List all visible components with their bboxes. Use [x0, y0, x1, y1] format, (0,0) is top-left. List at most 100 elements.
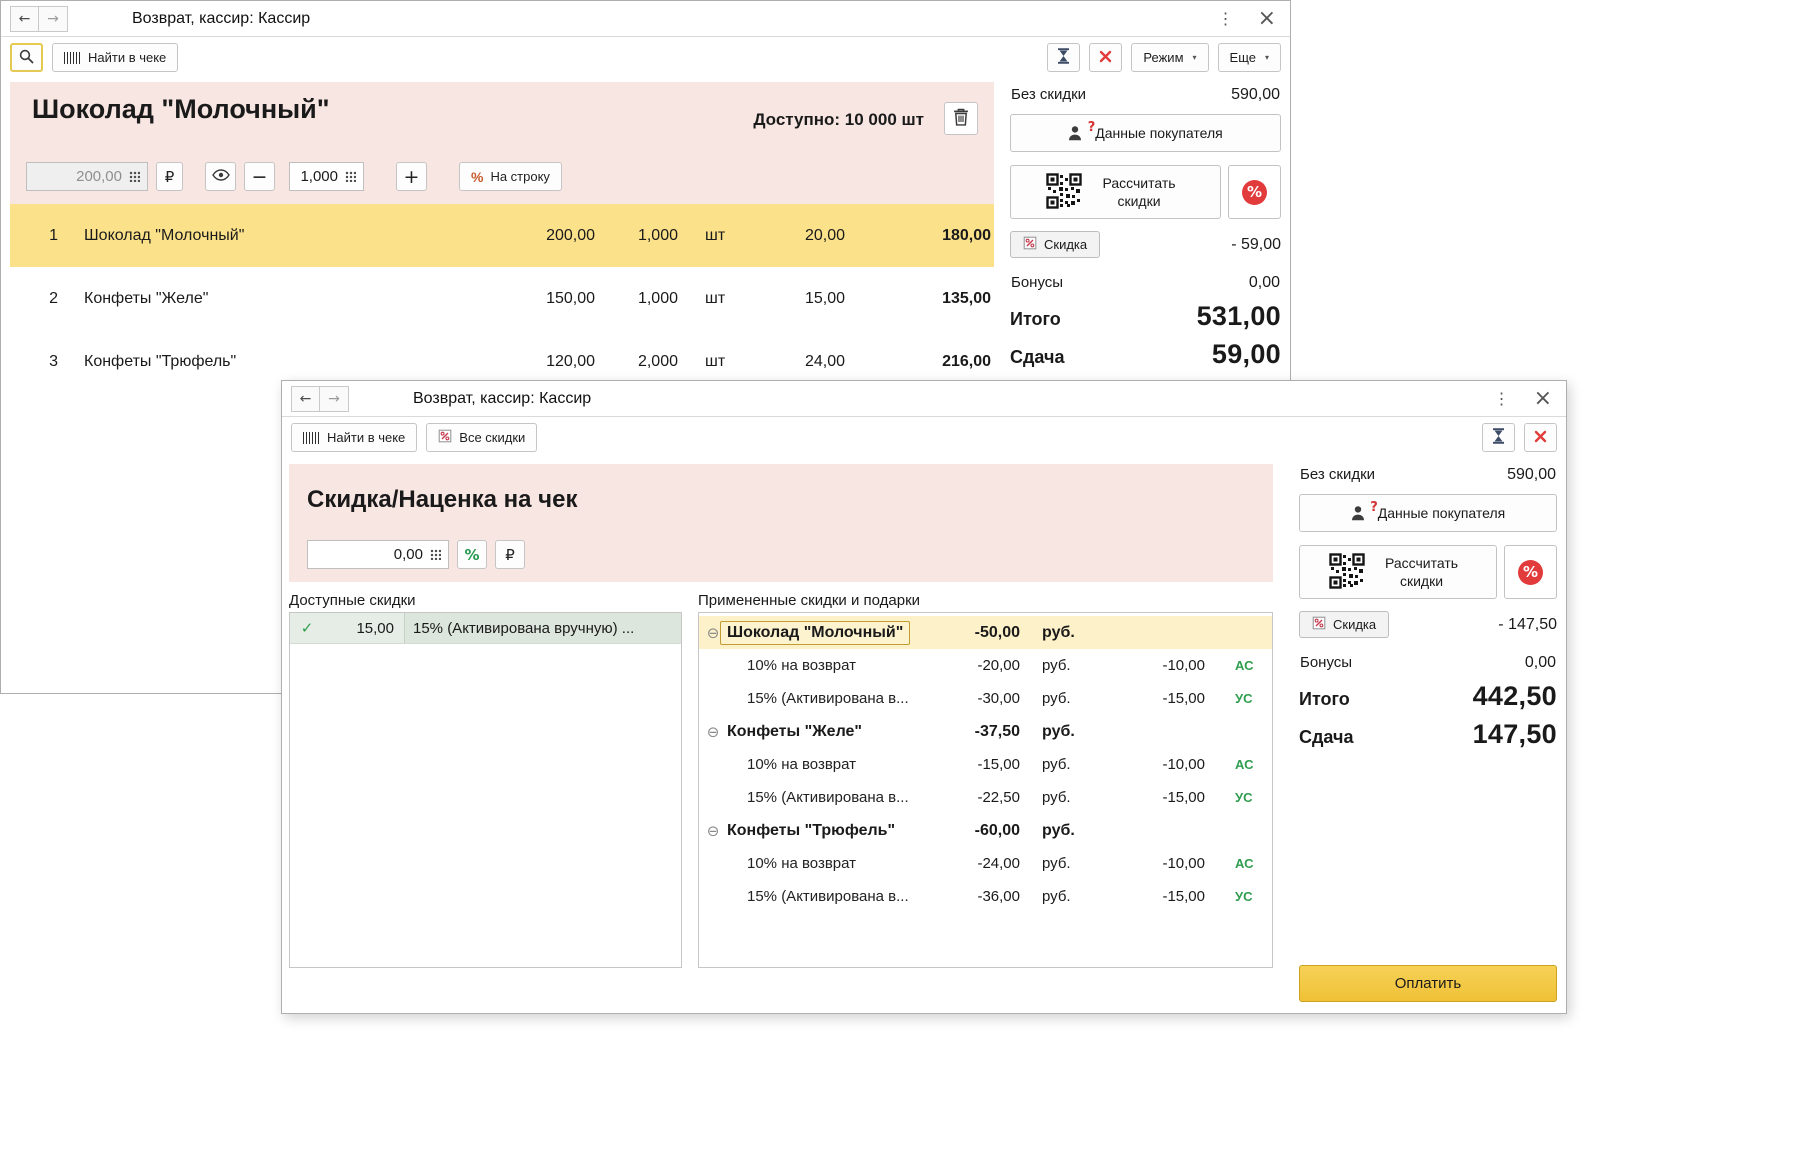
- row-discount: 20,00: [804, 226, 845, 244]
- item-percent: -15,00: [1162, 690, 1205, 707]
- applied-item-row[interactable]: 10% на возврат -24,00 руб. -10,00 АС: [699, 847, 1272, 880]
- applied-item-row[interactable]: 15% (Активирована в... -36,00 руб. -15,0…: [699, 880, 1272, 913]
- forward-button[interactable]: →: [39, 5, 68, 32]
- item-amount: -22,50: [977, 789, 1020, 806]
- row-qty: 1,000: [637, 226, 678, 244]
- discount-amount-value: 0,00: [393, 546, 423, 563]
- item-currency: руб.: [1042, 690, 1071, 707]
- group-amount: -60,00: [974, 821, 1020, 839]
- no-discount-value: 590,00: [1507, 466, 1556, 483]
- no-discount-label: Без скидки: [1011, 86, 1087, 103]
- item-name: 15% (Активирована в...: [747, 690, 909, 707]
- available-discounts-list: ✓ 15,00 15% (Активирована вручную) ...: [289, 612, 682, 968]
- table-row[interactable]: 2 Конфеты "Желе" 150,00 1,000 шт 15,00 1…: [10, 267, 994, 330]
- window-menu-icon[interactable]: ⋮: [1218, 9, 1234, 28]
- ruble-mode-button[interactable]: ₽: [495, 540, 525, 569]
- line-controls: 200,00 ₽ − 1,000 + % На строку: [26, 162, 562, 191]
- find-in-receipt-button[interactable]: Найти в чеке: [291, 423, 418, 452]
- item-name: 15% (Активирована в...: [747, 789, 909, 806]
- back-button[interactable]: ←: [291, 385, 320, 412]
- numpad-icon[interactable]: [129, 171, 140, 182]
- ruble-button[interactable]: ₽: [156, 162, 183, 191]
- group-currency: руб.: [1042, 722, 1075, 740]
- bonus-label: Бонусы: [1300, 654, 1353, 671]
- forward-button[interactable]: →: [320, 385, 349, 412]
- window-menu-icon[interactable]: ⋮: [1494, 389, 1510, 408]
- discount-button[interactable]: Скидка: [1299, 611, 1390, 638]
- collapse-icon[interactable]: ⊖: [699, 822, 727, 840]
- row-number: 3: [49, 352, 58, 370]
- line-discount-button[interactable]: % На строку: [459, 162, 562, 191]
- barcode-icon: [64, 51, 81, 64]
- window-title: Возврат, кассир: Кассир: [413, 389, 592, 407]
- hourglass-button[interactable]: [1482, 423, 1515, 452]
- quantity-value: 1,000: [300, 168, 338, 185]
- collapse-icon[interactable]: ⊖: [699, 723, 727, 741]
- close-icon[interactable]: ×: [1258, 7, 1276, 29]
- manual-percent-button[interactable]: %: [1228, 165, 1281, 219]
- pay-button[interactable]: Оплатить: [1299, 965, 1557, 1002]
- item-currency: руб.: [1042, 855, 1071, 872]
- customer-data-button[interactable]: ? Данные покупателя: [1299, 494, 1557, 532]
- item-tag: УС: [1235, 691, 1253, 706]
- checkout-sidebar: Без скидки 590,00 ? Данные покупателя Ра…: [1283, 456, 1566, 1014]
- item-amount: -15,00: [977, 756, 1020, 773]
- price-input[interactable]: 200,00: [26, 162, 148, 191]
- item-percent: -15,00: [1162, 789, 1205, 806]
- percent-badge-icon: %: [1518, 559, 1543, 585]
- more-label: Еще: [1229, 50, 1256, 65]
- applied-group-row[interactable]: ⊖ Шоколад "Молочный" -50,00 руб.: [699, 616, 1272, 649]
- available-discount-row[interactable]: ✓ 15,00 15% (Активирована вручную) ...: [290, 613, 681, 644]
- calculate-discounts-button[interactable]: Рассчитать скидки: [1299, 545, 1497, 599]
- manual-percent-button[interactable]: %: [1504, 545, 1557, 599]
- item-name: 10% на возврат: [747, 855, 857, 872]
- applied-item-row[interactable]: 15% (Активирована в... -30,00 руб. -15,0…: [699, 682, 1272, 715]
- applied-item-row[interactable]: 10% на возврат -20,00 руб. -10,00 АС: [699, 649, 1272, 682]
- discount-panel: Скидка/Наценка на чек 0,00 % ₽: [289, 464, 1273, 582]
- red-x-icon: [1534, 430, 1547, 446]
- search-button[interactable]: [10, 43, 43, 72]
- numpad-icon[interactable]: [430, 549, 441, 560]
- window-discount-on-receipt: ← → Возврат, кассир: Кассир ⋮ × Найти в …: [281, 380, 1567, 1014]
- applied-item-row[interactable]: 10% на возврат -15,00 руб. -10,00 АС: [699, 748, 1272, 781]
- back-button[interactable]: ←: [10, 5, 39, 32]
- find-in-receipt-label: Найти в чеке: [88, 50, 167, 65]
- cancel-receipt-button[interactable]: [1089, 43, 1123, 72]
- discount-button[interactable]: Скидка: [1010, 231, 1101, 258]
- hourglass-button[interactable]: [1047, 43, 1081, 72]
- applied-group-row[interactable]: ⊖ Конфеты "Трюфель" -60,00 руб.: [699, 814, 1272, 847]
- total-label: Итого: [1299, 689, 1350, 709]
- question-icon: ?: [1370, 500, 1378, 515]
- delete-row-button[interactable]: [944, 102, 978, 135]
- current-item-panel: Шоколад "Молочный" Доступно: 10 000 шт 2…: [10, 82, 994, 204]
- percent-mode-button[interactable]: %: [457, 540, 487, 569]
- cancel-receipt-button[interactable]: [1524, 423, 1557, 452]
- all-discounts-button[interactable]: Все скидки: [426, 423, 538, 452]
- quantity-input[interactable]: 1,000: [289, 162, 364, 191]
- table-row[interactable]: 1 Шоколад "Молочный" 200,00 1,000 шт 20,…: [10, 204, 994, 267]
- change-value: 59,00: [1211, 339, 1281, 369]
- applied-item-row[interactable]: 15% (Активирована в... -22,50 руб. -15,0…: [699, 781, 1272, 814]
- customer-data-label: Данные покупателя: [1095, 125, 1223, 141]
- red-x-icon: [1099, 50, 1112, 66]
- row-product-name: Конфеты "Желе": [84, 289, 209, 307]
- item-amount: -20,00: [977, 657, 1020, 674]
- decrease-qty-button[interactable]: −: [244, 162, 275, 191]
- find-in-receipt-button[interactable]: Найти в чеке: [52, 43, 179, 72]
- discount-amount-input[interactable]: 0,00: [307, 540, 449, 569]
- discount-value: - 147,50: [1498, 615, 1557, 633]
- close-icon[interactable]: ×: [1534, 387, 1552, 409]
- more-button[interactable]: Еще ▾: [1217, 43, 1281, 72]
- calculate-discounts-button[interactable]: Рассчитать скидки: [1010, 165, 1221, 219]
- item-name: 15% (Активирована в...: [747, 888, 909, 905]
- item-tag: АС: [1235, 856, 1254, 871]
- change-label: Сдача: [1010, 347, 1065, 367]
- numpad-icon[interactable]: [345, 171, 356, 182]
- view-button[interactable]: [205, 162, 236, 191]
- mode-button[interactable]: Режим ▾: [1131, 43, 1209, 72]
- increase-qty-button[interactable]: +: [396, 162, 427, 191]
- chevron-down-icon: ▾: [1192, 53, 1197, 62]
- row-qty: 1,000: [637, 289, 678, 307]
- applied-group-row[interactable]: ⊖ Конфеты "Желе" -37,50 руб.: [699, 715, 1272, 748]
- customer-data-button[interactable]: ? Данные покупателя: [1010, 114, 1281, 152]
